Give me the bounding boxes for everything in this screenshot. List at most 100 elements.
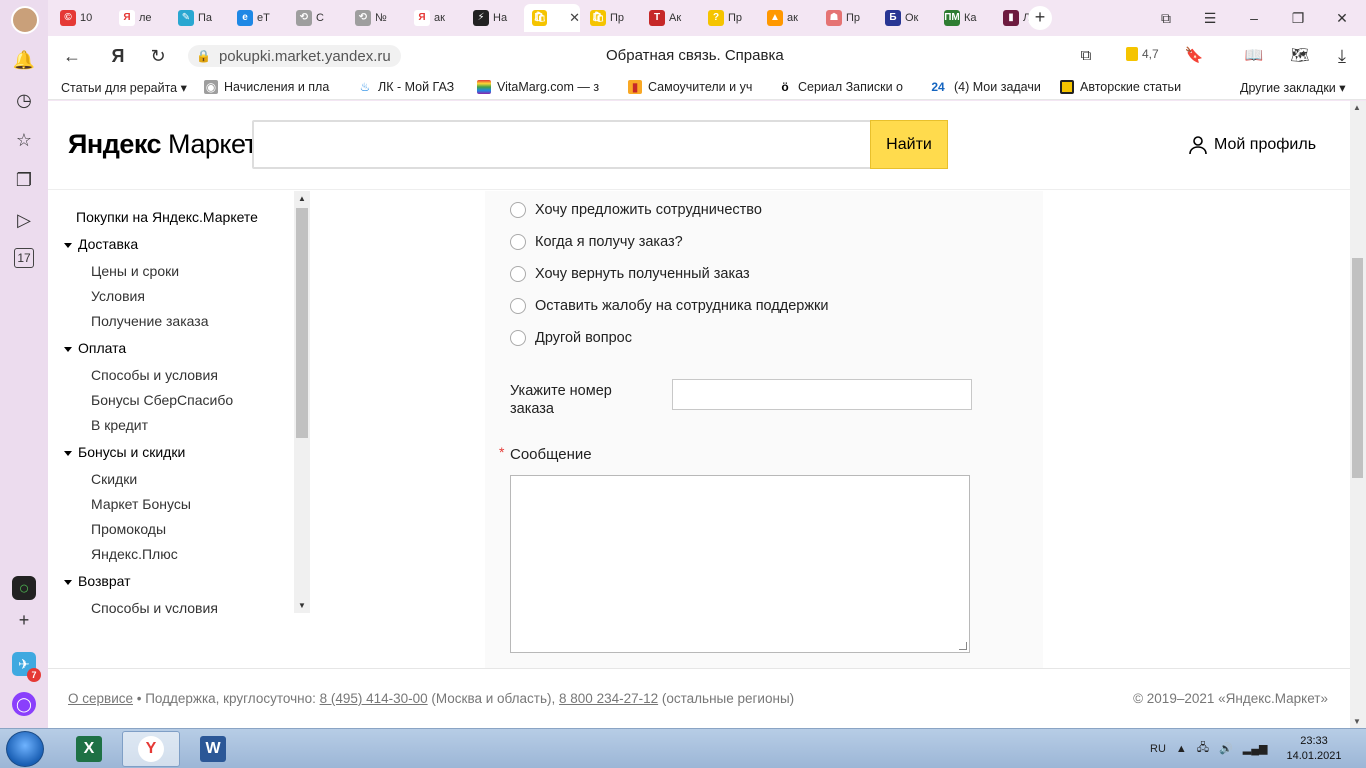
sidebar-scrollbar[interactable]: ▲ ▼ bbox=[294, 191, 310, 613]
taskbar-excel[interactable]: X bbox=[60, 731, 118, 767]
browser-tab[interactable]: Яле bbox=[111, 4, 170, 32]
clock[interactable]: 23:33 14.01.2021 bbox=[1284, 734, 1344, 764]
browser-tab[interactable]: ✎ Па bbox=[170, 4, 229, 32]
browser-tab[interactable]: ПМ Ка bbox=[936, 4, 995, 32]
scroll-up-arrow-icon[interactable]: ▲ bbox=[298, 194, 306, 203]
tabs-menu-icon[interactable]: ⧉ bbox=[1154, 6, 1178, 30]
browser-menu-icon[interactable]: ☰ bbox=[1198, 6, 1222, 30]
network-device-icon[interactable]: 🖧 bbox=[1197, 739, 1209, 758]
nav-section-bonuses[interactable]: Бонусы и скидки bbox=[64, 444, 185, 460]
tray-expand-icon[interactable]: ▲ bbox=[1176, 743, 1187, 755]
yandex-home-icon[interactable]: Я bbox=[106, 44, 130, 68]
browser-tab[interactable]: ⟲ № bbox=[347, 4, 406, 32]
nav-section-returns[interactable]: Возврат bbox=[64, 573, 131, 589]
calendar-icon[interactable]: 17 bbox=[14, 248, 34, 268]
radio-circle[interactable] bbox=[510, 298, 526, 314]
notifications-icon[interactable]: 🔔 bbox=[12, 48, 36, 72]
page-scrollbar[interactable]: ▲ ▼ bbox=[1350, 101, 1366, 728]
nav-item-receiving[interactable]: Получение заказа bbox=[91, 313, 209, 329]
my-profile-link[interactable]: Мой профиль bbox=[1188, 135, 1316, 155]
tab-close-icon[interactable]: ✕ bbox=[569, 10, 580, 26]
browser-tab[interactable]: e еТ bbox=[229, 4, 288, 32]
nav-item-sberspasibo[interactable]: Бонусы СберСпасибо bbox=[91, 392, 233, 408]
scroll-down-arrow-icon[interactable]: ▼ bbox=[298, 601, 306, 610]
radio-other[interactable]: Другой вопрос bbox=[510, 330, 632, 346]
bookmark-item[interactable]: ♨ ЛК - Мой ГАЗ bbox=[358, 80, 455, 94]
reload-icon[interactable]: ↻ bbox=[146, 44, 170, 68]
order-number-input[interactable] bbox=[672, 379, 972, 410]
nav-item-prices[interactable]: Цены и сроки bbox=[91, 263, 179, 279]
radio-when-order[interactable]: Когда я получу заказ? bbox=[510, 234, 683, 250]
minimize-icon[interactable]: – bbox=[1242, 6, 1266, 30]
browser-tab[interactable]: © 10 bbox=[52, 4, 111, 32]
bookmark-item[interactable]: Статьи для рерайта ▾ bbox=[61, 80, 187, 95]
browser-tab[interactable]: 🛍 ✕ bbox=[524, 4, 580, 32]
browser-tab[interactable]: ☗ Пр bbox=[818, 4, 877, 32]
browser-tab[interactable]: 🛍 Пр bbox=[582, 4, 641, 32]
nav-root-purchases[interactable]: Покупки на Яндекс.Маркете bbox=[76, 209, 258, 225]
radio-circle[interactable] bbox=[510, 234, 526, 250]
back-arrow-icon[interactable]: ← bbox=[60, 44, 84, 68]
phone-moscow-link[interactable]: 8 (495) 414-30-00 bbox=[320, 691, 428, 706]
close-window-icon[interactable]: ✕ bbox=[1330, 6, 1354, 30]
radio-return-order[interactable]: Хочу вернуть полученный заказ bbox=[510, 266, 750, 282]
alice-voice-icon[interactable]: ◯ bbox=[12, 692, 36, 716]
browser-tab[interactable]: Б Ок bbox=[877, 4, 936, 32]
radio-circle[interactable] bbox=[510, 202, 526, 218]
radio-circle[interactable] bbox=[510, 266, 526, 282]
bookmark-item[interactable]: VitaMarg.com — з bbox=[477, 80, 599, 94]
share-icon[interactable]: ⧉ bbox=[1074, 44, 1098, 68]
resize-grip-icon[interactable] bbox=[959, 642, 967, 650]
site-rating[interactable]: 4,7 bbox=[1126, 47, 1159, 61]
new-tab-button[interactable]: + bbox=[1028, 6, 1052, 30]
browser-tab[interactable]: ⚡ На bbox=[465, 4, 524, 32]
bookmark-item[interactable]: ◉ Начисления и пла bbox=[204, 80, 329, 94]
browser-tab[interactable]: Яак bbox=[406, 4, 465, 32]
radio-complaint[interactable]: Оставить жалобу на сотрудника поддержки bbox=[510, 298, 829, 314]
download-icon[interactable]: ⤓ bbox=[1330, 44, 1354, 68]
play-icon[interactable]: ▷ bbox=[12, 208, 36, 232]
page-scroll-up-icon[interactable]: ▲ bbox=[1353, 103, 1361, 112]
favorites-star-icon[interactable]: ☆ bbox=[12, 128, 36, 152]
radio-cooperation[interactable]: Хочу предложить сотрудничество bbox=[510, 202, 762, 218]
bookmark-item[interactable]: 24 (4) Мои задачи bbox=[928, 80, 1041, 94]
nav-item-credit[interactable]: В кредит bbox=[91, 417, 148, 433]
collections-icon[interactable]: ❐ bbox=[12, 168, 36, 192]
nav-item-yandex-plus[interactable]: Яндекс.Плюс bbox=[91, 546, 178, 562]
page-scroll-thumb[interactable] bbox=[1352, 258, 1363, 478]
extension-icon[interactable]: 🗺 bbox=[1288, 44, 1312, 68]
message-textarea[interactable] bbox=[510, 475, 970, 653]
start-button[interactable] bbox=[6, 731, 44, 767]
search-input[interactable] bbox=[252, 120, 948, 169]
taskbar-yandex-browser[interactable]: Y bbox=[122, 731, 180, 767]
nav-section-delivery[interactable]: Доставка bbox=[64, 236, 138, 252]
about-service-link[interactable]: О сервисе bbox=[68, 691, 133, 706]
nav-item-discounts[interactable]: Скидки bbox=[91, 471, 137, 487]
yandex-market-logo[interactable]: Яндекс Маркет bbox=[68, 129, 257, 160]
bookmark-item[interactable]: ö Сериал Записки о bbox=[778, 80, 903, 94]
nav-item-payment-methods[interactable]: Способы и условия bbox=[91, 367, 218, 383]
bookmark-icon[interactable]: 🔖 bbox=[1182, 44, 1206, 68]
search-button[interactable]: Найти bbox=[870, 120, 948, 169]
nav-item-return-methods[interactable]: Способы и условия bbox=[91, 600, 218, 613]
volume-icon[interactable]: 🔊 bbox=[1219, 742, 1233, 755]
reader-icon[interactable]: 📖 bbox=[1242, 44, 1266, 68]
nav-item-conditions[interactable]: Условия bbox=[91, 288, 145, 304]
add-panel-icon[interactable]: + bbox=[12, 608, 36, 632]
sidebar-scroll-thumb[interactable] bbox=[296, 208, 308, 438]
page-scroll-down-icon[interactable]: ▼ bbox=[1353, 717, 1361, 726]
profile-avatar[interactable] bbox=[11, 6, 39, 34]
signal-icon[interactable]: ▂▄▆ bbox=[1243, 742, 1268, 755]
browser-tab[interactable]: ▲ ак bbox=[759, 4, 818, 32]
restore-icon[interactable]: ❐ bbox=[1286, 6, 1310, 30]
alice-icon[interactable]: ○ bbox=[12, 576, 36, 600]
language-indicator[interactable]: RU bbox=[1150, 743, 1166, 755]
history-icon[interactable]: ◷ bbox=[12, 88, 36, 112]
bookmark-item[interactable]: ▮ Самоучители и уч bbox=[628, 80, 752, 94]
browser-tab[interactable]: ? Пр bbox=[700, 4, 759, 32]
browser-tab[interactable]: T Ак bbox=[641, 4, 700, 32]
other-bookmarks[interactable]: Другие закладки ▾ bbox=[1240, 80, 1346, 95]
nav-item-market-bonuses[interactable]: Маркет Бонусы bbox=[91, 496, 191, 512]
nav-item-promocodes[interactable]: Промокоды bbox=[91, 521, 166, 537]
phone-regions-link[interactable]: 8 800 234-27-12 bbox=[559, 691, 658, 706]
